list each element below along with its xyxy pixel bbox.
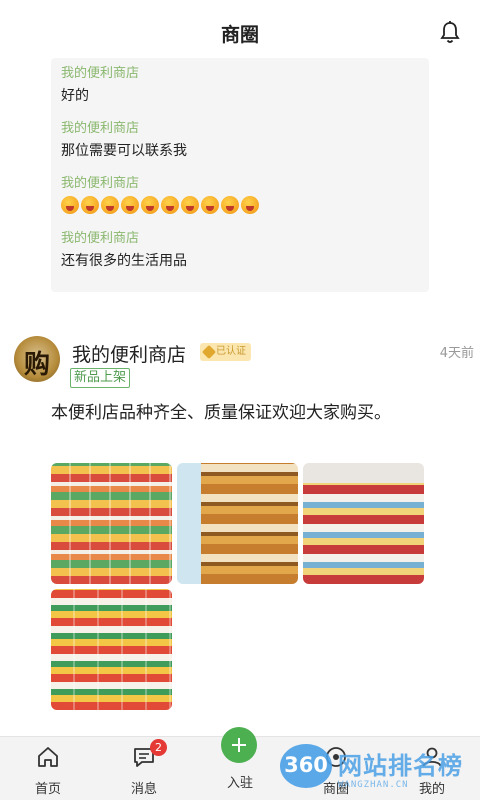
verified-badge: 已认证: [200, 343, 251, 361]
comment-item[interactable]: 我的便利商店: [61, 174, 419, 229]
post-content: 本便利店品种齐全、质量保证欢迎大家购买。: [51, 403, 391, 423]
comment-author[interactable]: 我的便利商店: [61, 229, 419, 249]
tab-label: 消息: [130, 782, 157, 797]
comment-text: 好的: [61, 88, 89, 104]
tab-join-label[interactable]: 入驻: [204, 772, 276, 791]
laughing-face-emoji: [241, 196, 259, 214]
comment-author[interactable]: 我的便利商店: [61, 64, 419, 84]
post-tag: 新品上架: [70, 368, 131, 388]
laughing-face-emoji: [201, 196, 219, 214]
comment-item[interactable]: 我的便利商店 还有很多的生活用品: [61, 229, 419, 284]
store-snack-shelf-photo[interactable]: [51, 589, 172, 710]
laughing-face-emoji: [141, 196, 159, 214]
bell-icon[interactable]: [438, 20, 462, 46]
laughing-face-emoji: [121, 196, 139, 214]
emoji-row: [61, 196, 419, 214]
store-aisle-photo[interactable]: [51, 463, 172, 584]
laughing-face-emoji: [181, 196, 199, 214]
laughing-face-emoji: [221, 196, 239, 214]
post-time: 4天前: [439, 346, 474, 361]
avatar-glyph: 购: [23, 350, 50, 380]
tab-messages[interactable]: 2 消息: [108, 737, 180, 800]
comment-item[interactable]: 我的便利商店 好的: [61, 64, 419, 119]
store-counter-photo[interactable]: [303, 463, 424, 584]
shop-name[interactable]: 我的便利商店: [72, 340, 186, 367]
verified-label: 已认证: [216, 346, 246, 357]
home-icon: [38, 747, 58, 767]
watermark-logo: 360: [280, 744, 332, 788]
join-plus-button[interactable]: [221, 727, 257, 763]
comment-author[interactable]: 我的便利商店: [61, 119, 419, 139]
laughing-face-emoji: [81, 196, 99, 214]
tab-home[interactable]: 首页: [12, 737, 84, 800]
page-title: 商圈: [220, 24, 259, 46]
tab-label: 首页: [34, 782, 61, 797]
comment-author[interactable]: 我的便利商店: [61, 174, 419, 194]
watermark-number: 360: [284, 753, 328, 777]
watermark: 360 网站排名榜 WANGZHAN.CN: [280, 744, 476, 796]
watermark-subtext: WANGZHAN.CN: [338, 780, 409, 790]
unread-badge: 2: [150, 739, 167, 756]
store-shelf-photo[interactable]: [177, 463, 298, 584]
avatar[interactable]: 购: [14, 336, 60, 382]
laughing-face-emoji: [101, 196, 119, 214]
comment-item[interactable]: 我的便利商店 那位需要可以联系我: [61, 119, 419, 174]
comment-text: 还有很多的生活用品: [61, 253, 187, 269]
laughing-face-emoji: [61, 196, 79, 214]
comment-text: 那位需要可以联系我: [61, 143, 187, 159]
top-bar: 商圈: [0, 0, 480, 66]
comment-list: 我的便利商店 好的 我的便利商店 那位需要可以联系我 我的便利商店 我的便利商店…: [51, 58, 429, 292]
laughing-face-emoji: [161, 196, 179, 214]
watermark-text: 网站排名榜: [338, 752, 463, 780]
diamond-icon: [201, 344, 217, 360]
